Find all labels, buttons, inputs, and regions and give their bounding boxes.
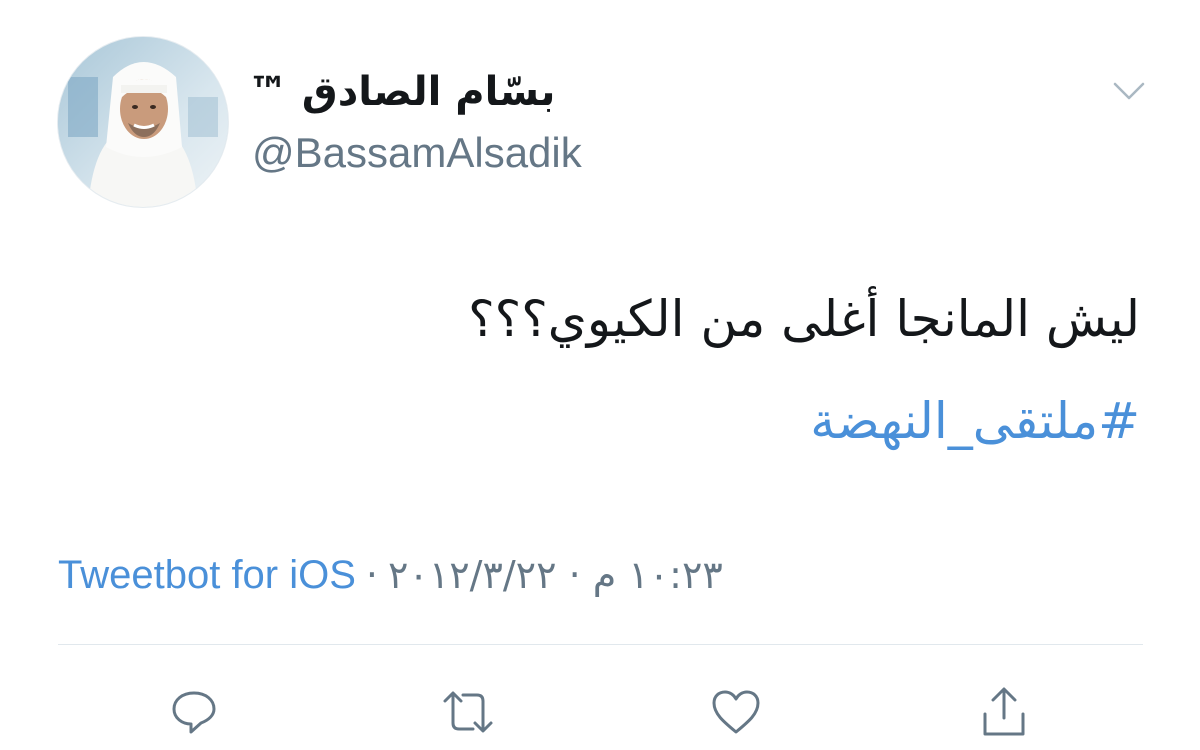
avatar[interactable] — [58, 37, 228, 207]
display-name[interactable]: بسّام الصادق ™ — [248, 62, 555, 122]
like-button[interactable] — [704, 680, 768, 744]
retweet-icon — [443, 691, 493, 733]
action-bar — [0, 680, 1200, 744]
client-link[interactable]: Tweetbot for iOS — [58, 547, 356, 603]
chevron-down-icon[interactable] — [1108, 76, 1150, 106]
timestamp[interactable]: ١٠:٢٣ م · ٢٠١٢/٣/٢٢ — [388, 547, 723, 603]
tweet-card: بسّام الصادق ™ @BassamAlsadik ليش المانج… — [0, 0, 1200, 750]
username-handle[interactable]: @BassamAlsadik — [252, 125, 582, 181]
divider — [58, 644, 1143, 645]
share-icon — [983, 687, 1025, 736]
retweet-button[interactable] — [436, 680, 500, 744]
tweet-text: ليش المانجا أغلى من الكيوي؟؟؟ — [468, 290, 1140, 348]
reply-button[interactable] — [162, 680, 226, 744]
meta-separator: · — [365, 553, 379, 597]
share-button[interactable] — [972, 680, 1036, 744]
tweet-meta: Tweetbot for iOS · ١٠:٢٣ م · ٢٠١٢/٣/٢٢ — [58, 545, 958, 605]
heart-icon — [712, 690, 760, 734]
hashtag-link[interactable]: #ملتقى_النهضة — [810, 388, 1140, 454]
reply-icon — [172, 691, 216, 734]
